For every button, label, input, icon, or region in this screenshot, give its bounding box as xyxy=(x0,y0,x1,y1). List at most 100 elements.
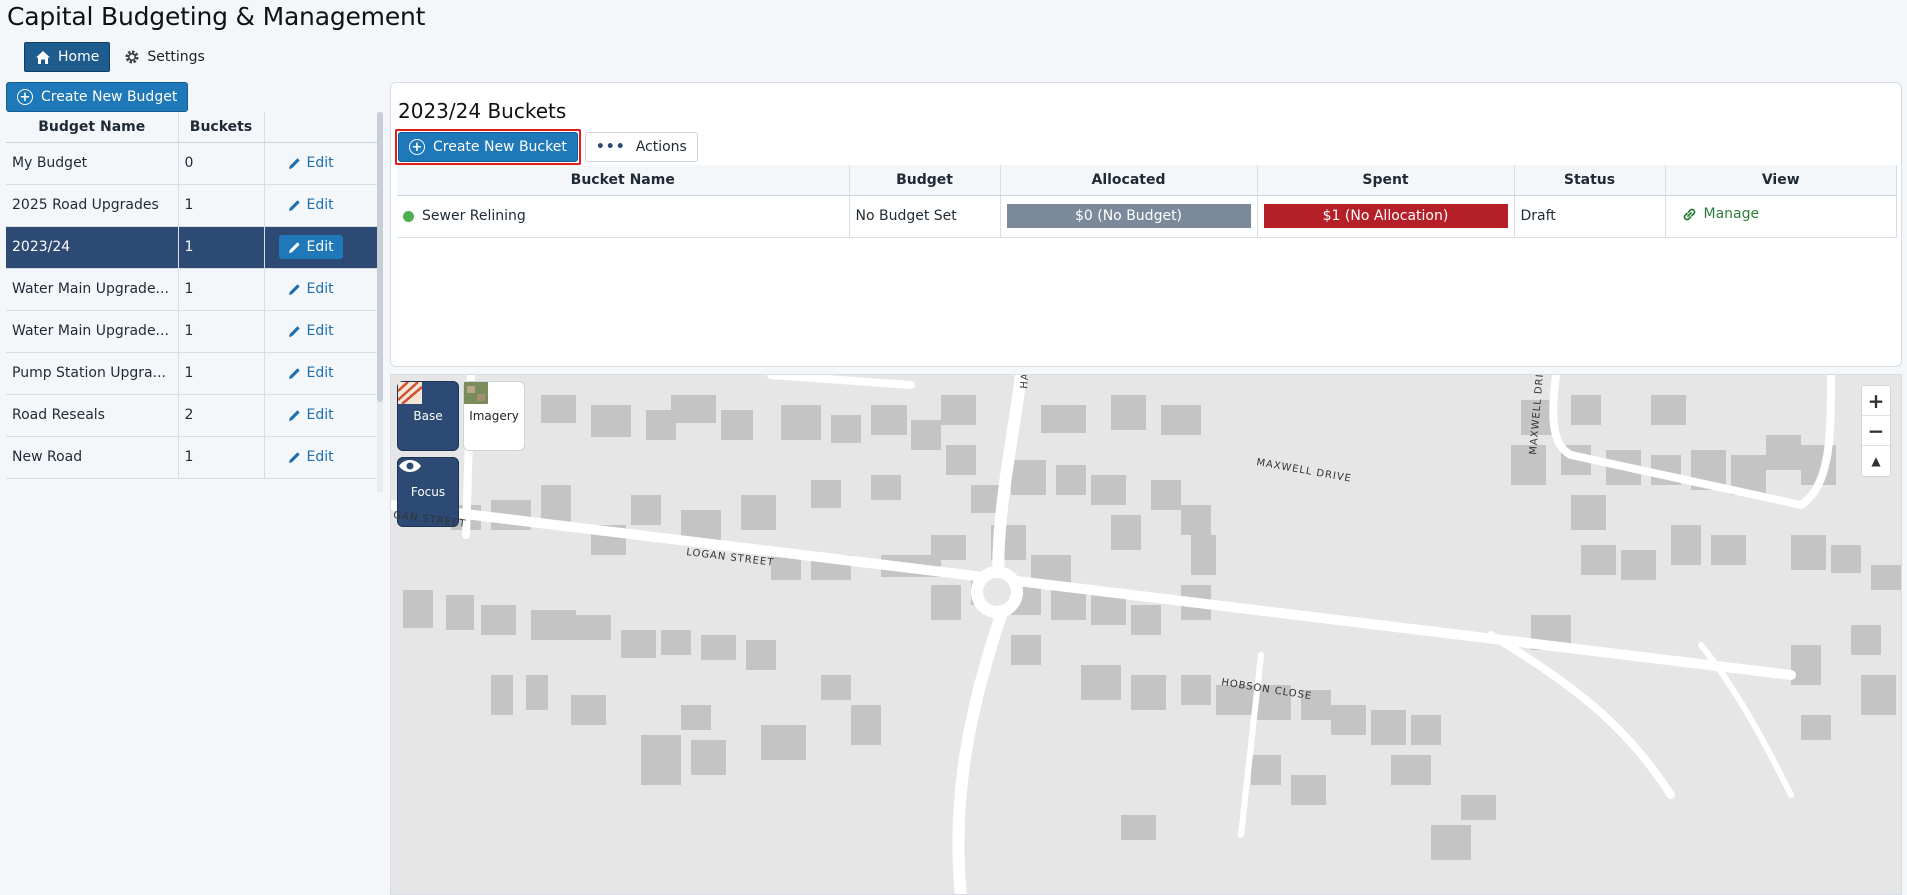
map-focus-button[interactable]: Focus xyxy=(397,457,459,527)
edit-label: Edit xyxy=(306,449,334,465)
bucket-table: Bucket Name Budget Allocated Spent Statu… xyxy=(397,165,1897,238)
budget-buckets: 1 xyxy=(178,184,265,227)
budget-buckets: 1 xyxy=(178,352,265,395)
spent-bar: $1 (No Allocation) xyxy=(1263,204,1508,228)
table-row[interactable]: 2023/24 1 Edit xyxy=(6,226,378,269)
eye-icon xyxy=(399,460,421,472)
edit-button[interactable]: Edit xyxy=(279,277,343,301)
edit-button[interactable]: Edit xyxy=(279,193,343,217)
edit-button[interactable]: Edit xyxy=(278,235,343,259)
create-new-budget-label: Create New Budget xyxy=(41,89,178,105)
roundabout-center xyxy=(983,578,1011,606)
zoom-in-button[interactable]: + xyxy=(1862,386,1890,416)
bucket-spent-cell: $1 (No Allocation) xyxy=(1257,195,1515,238)
map-imagery-button[interactable]: Imagery xyxy=(463,381,525,451)
edit-button[interactable]: Edit xyxy=(279,319,343,343)
edit-button[interactable]: Edit xyxy=(279,403,343,427)
nav-home-label: Home xyxy=(58,49,100,65)
budget-name: Road Reseals xyxy=(6,394,179,437)
gear-icon xyxy=(125,50,139,64)
create-new-bucket-button[interactable]: + Create New Bucket xyxy=(398,132,578,162)
budget-actions-cell: Edit xyxy=(264,436,378,479)
table-row[interactable]: Road Reseals 2 Edit xyxy=(6,394,378,437)
edit-label: Edit xyxy=(306,365,334,381)
scrollbar-thumb[interactable] xyxy=(377,112,383,402)
budget-actions-cell: Edit xyxy=(264,142,378,185)
actions-label: Actions xyxy=(635,139,687,155)
budget-name: Water Main Upgrade... xyxy=(6,268,179,311)
column-header-actions xyxy=(264,112,378,143)
map-imagery-label: Imagery xyxy=(469,409,519,423)
budget-name: Water Main Upgrade... xyxy=(6,310,179,353)
pencil-icon xyxy=(288,451,300,463)
bucket-status: Draft xyxy=(1514,195,1666,238)
table-row[interactable]: Water Main Upgrade... 1 Edit xyxy=(6,310,378,353)
edit-label: Edit xyxy=(306,281,334,297)
bucket-allocated-cell: $0 (No Budget) xyxy=(1000,195,1258,238)
reset-bearing-button[interactable]: ▲ xyxy=(1862,446,1890,476)
map-buildings xyxy=(403,395,1901,860)
budget-table: Budget Name Buckets My Budget 0 Edit 2025 R… xyxy=(6,112,378,479)
zoom-out-button[interactable]: − xyxy=(1862,416,1890,446)
table-row[interactable]: 2025 Road Upgrades 1 Edit xyxy=(6,184,378,227)
home-icon xyxy=(36,50,50,64)
edit-button[interactable]: Edit xyxy=(279,361,343,385)
budget-actions-cell: Edit xyxy=(264,268,378,311)
edit-button[interactable]: Edit xyxy=(279,151,343,175)
edit-label: Edit xyxy=(306,323,334,339)
map-view[interactable]: Base Imagery Focus + − ▲ GAN STREET LOGA… xyxy=(390,374,1902,895)
column-header-buckets: Buckets xyxy=(178,112,265,143)
column-header-budget-name: Budget Name xyxy=(6,112,179,143)
nav-settings-button[interactable]: Settings xyxy=(118,42,210,72)
actions-button[interactable]: ••• Actions xyxy=(584,132,698,162)
budget-name: 2023/24 xyxy=(6,226,179,269)
pencil-icon xyxy=(288,199,300,211)
column-header-bucket-name: Bucket Name xyxy=(397,165,850,196)
buckets-panel: 2023/24 Buckets + Create New Bucket ••• … xyxy=(390,82,1902,367)
bucket-budget: No Budget Set xyxy=(849,195,1001,238)
sidebar-scrollbar[interactable] xyxy=(377,112,383,492)
edit-button[interactable]: Edit xyxy=(279,445,343,469)
more-dots-icon: ••• xyxy=(595,139,626,155)
budget-actions-cell: Edit xyxy=(264,226,378,269)
budget-actions-cell: Edit xyxy=(264,352,378,395)
pencil-icon xyxy=(288,367,300,379)
pencil-icon xyxy=(288,157,300,169)
map-base-label: Base xyxy=(413,409,443,423)
budget-buckets: 1 xyxy=(178,310,265,353)
manage-link[interactable]: Manage xyxy=(1682,206,1760,223)
edit-label: Edit xyxy=(306,155,334,171)
bucket-name: Sewer Relining xyxy=(422,208,526,224)
plus-circle-icon: + xyxy=(409,139,425,155)
budget-buckets: 2 xyxy=(178,394,265,437)
table-row[interactable]: Water Main Upgrade... 1 Edit xyxy=(6,268,378,311)
table-row[interactable]: My Budget 0 Edit xyxy=(6,142,378,185)
budget-name: 2025 Road Upgrades xyxy=(6,184,179,227)
table-row[interactable]: Pump Station Upgra... 1 Edit xyxy=(6,352,378,395)
budget-name: My Budget xyxy=(6,142,179,185)
pencil-icon xyxy=(288,241,300,253)
budget-name: New Road xyxy=(6,436,179,479)
zoom-control: + − ▲ xyxy=(1861,385,1891,477)
create-new-budget-button[interactable]: + Create New Budget xyxy=(6,82,189,112)
table-row: Sewer Relining No Budget Set $0 (No Budg… xyxy=(397,195,1897,238)
bucket-table-header: Bucket Name Budget Allocated Spent Statu… xyxy=(397,165,1897,196)
map-base-button[interactable]: Base xyxy=(397,381,459,451)
edit-label: Edit xyxy=(306,407,334,423)
map-canvas[interactable] xyxy=(391,375,1902,895)
nav-home-button[interactable]: Home xyxy=(24,42,111,72)
imagery-icon xyxy=(464,382,488,404)
create-new-bucket-label: Create New Bucket xyxy=(433,139,567,155)
budget-actions-cell: Edit xyxy=(264,184,378,227)
table-row[interactable]: New Road 1 Edit xyxy=(6,436,378,479)
column-header-budget: Budget xyxy=(849,165,1001,196)
bucket-name-cell: Sewer Relining xyxy=(397,195,850,238)
budget-actions-cell: Edit xyxy=(264,394,378,437)
budget-actions-cell: Edit xyxy=(264,310,378,353)
nav-settings-label: Settings xyxy=(147,49,205,65)
panel-title: 2023/24 Buckets xyxy=(398,99,567,123)
plus-circle-icon: + xyxy=(17,89,33,105)
manage-label: Manage xyxy=(1703,206,1760,223)
main-nav: Home Settings xyxy=(24,42,211,72)
link-icon xyxy=(1683,208,1695,221)
